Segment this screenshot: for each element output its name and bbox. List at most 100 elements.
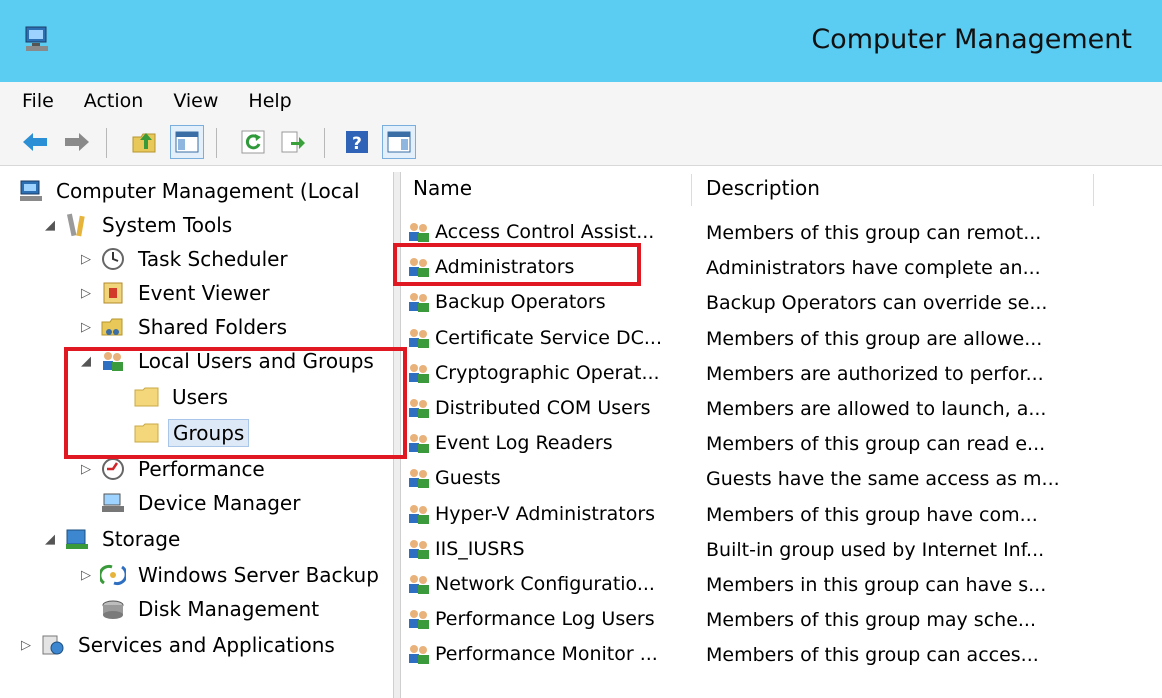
- table-row[interactable]: Network Configuratio... Members in this g…: [401, 570, 1162, 602]
- tree-item-label: Task Scheduler: [138, 247, 288, 271]
- tree-item-computer-management[interactable]: Computer Management (Local: [18, 174, 364, 208]
- help-icon[interactable]: ?: [340, 125, 374, 159]
- menu-view[interactable]: View: [173, 90, 218, 112]
- group-name: Certificate Service DC...: [435, 326, 663, 349]
- tree-item-event-viewer[interactable]: ▷ Event Viewer: [78, 276, 274, 310]
- tree-item-storage[interactable]: ◢ Storage: [42, 522, 184, 556]
- table-row[interactable]: Guests Guests have the same access as m..…: [401, 464, 1162, 496]
- tree-item-label: Groups: [168, 419, 250, 447]
- table-row[interactable]: Cryptographic Operat... Members are autho…: [401, 359, 1162, 391]
- console-tree[interactable]: Computer Management (Local ◢ System Tool…: [0, 172, 393, 698]
- tree-item-label: Storage: [102, 527, 181, 551]
- group-icon: [407, 572, 431, 596]
- group-name-cell[interactable]: Access Control Assist...: [407, 220, 654, 244]
- refresh-icon[interactable]: [236, 125, 270, 159]
- group-name-cell[interactable]: Distributed COM Users: [407, 396, 651, 420]
- toolbar: ?: [0, 120, 1162, 166]
- groups-list[interactable]: Name Description Access Control Assist..…: [401, 172, 1162, 698]
- tree-item-groups[interactable]: Groups: [134, 416, 250, 450]
- tree-item-device-manager[interactable]: Device Manager: [100, 486, 304, 520]
- table-row[interactable]: Backup Operators Backup Operators can ove…: [401, 288, 1162, 320]
- group-description: Members of this group can remot...: [706, 222, 1042, 244]
- collapsed-triangle-icon[interactable]: ▷: [78, 252, 94, 267]
- export-list-icon[interactable]: [276, 125, 310, 159]
- table-row[interactable]: Hyper-V Administrators Members of this gr…: [401, 500, 1162, 532]
- menu-action[interactable]: Action: [84, 90, 144, 112]
- tree-item-windows-server-backup[interactable]: ▷ Windows Server Backup: [78, 558, 383, 592]
- group-name-cell[interactable]: Network Configuratio...: [407, 572, 655, 596]
- group-icon: [407, 290, 431, 314]
- table-row[interactable]: Distributed COM Users Members are allowed…: [401, 394, 1162, 426]
- table-row[interactable]: Certificate Service DC... Members of this…: [401, 324, 1162, 356]
- table-row[interactable]: Event Log Readers Members of this group c…: [401, 429, 1162, 461]
- pane-splitter[interactable]: [393, 172, 401, 698]
- group-name-cell[interactable]: Backup Operators: [407, 290, 606, 314]
- menu-file[interactable]: File: [22, 90, 54, 112]
- group-name-cell[interactable]: Administrators: [407, 255, 574, 279]
- expanded-triangle-icon[interactable]: ◢: [78, 354, 94, 369]
- menu-help[interactable]: Help: [248, 90, 291, 112]
- group-icon: [407, 642, 431, 666]
- group-name-cell[interactable]: Performance Log Users: [407, 607, 655, 631]
- group-description: Backup Operators can override se...: [706, 292, 1048, 315]
- tree-item-label: Computer Management (Local: [56, 179, 360, 203]
- tree-item-shared-folders[interactable]: ▷ Shared Folders: [78, 310, 291, 344]
- group-name-cell[interactable]: Event Log Readers: [407, 431, 613, 455]
- table-row[interactable]: Performance Log Users Members of this gro…: [401, 605, 1162, 637]
- column-header-name[interactable]: Name: [413, 176, 472, 200]
- group-description: Members of this group are allowe...: [706, 327, 1043, 350]
- group-name-cell[interactable]: Hyper-V Administrators: [407, 502, 655, 526]
- tree-item-performance[interactable]: ▷ Performance: [78, 452, 269, 486]
- table-row[interactable]: Access Control Assist... Members of this …: [401, 218, 1162, 250]
- group-name: Performance Monitor ...: [435, 643, 658, 666]
- collapsed-triangle-icon[interactable]: ▷: [78, 568, 94, 583]
- up-folder-icon[interactable]: [128, 125, 162, 159]
- collapsed-triangle-icon[interactable]: ▷: [18, 638, 34, 653]
- table-row[interactable]: IIS_IUSRS Built-in group used by Internet…: [401, 535, 1162, 567]
- column-header-description[interactable]: Description: [706, 176, 820, 200]
- expanded-triangle-icon[interactable]: ◢: [42, 218, 58, 233]
- services-icon: [40, 632, 66, 658]
- group-name-cell[interactable]: Cryptographic Operat...: [407, 361, 660, 385]
- tree-item-local-users-and-groups[interactable]: ◢ Local Users and Groups: [78, 344, 378, 378]
- table-row[interactable]: Administrators Administrators have comple…: [401, 253, 1162, 285]
- group-icon: [407, 537, 431, 561]
- tree-item-services-and-applications[interactable]: ▷ Services and Applications: [18, 628, 339, 662]
- group-name-cell[interactable]: Performance Monitor ...: [407, 642, 658, 666]
- tree-item-label: Event Viewer: [138, 281, 270, 305]
- tree-item-system-tools[interactable]: ◢ System Tools: [42, 208, 236, 242]
- tree-item-label: System Tools: [102, 213, 233, 237]
- expanded-triangle-icon[interactable]: ◢: [42, 532, 58, 547]
- group-name: Guests: [435, 467, 501, 490]
- group-name: IIS_IUSRS: [435, 537, 525, 560]
- performance-icon: [100, 456, 126, 482]
- collapsed-triangle-icon[interactable]: ▷: [78, 286, 94, 301]
- show-hide-action-pane-icon[interactable]: [382, 125, 416, 159]
- group-description: Members are authorized to perfor...: [706, 362, 1044, 385]
- group-name-cell[interactable]: Guests: [407, 466, 501, 490]
- title-bar[interactable]: Computer Management: [0, 0, 1162, 82]
- tree-item-label: Disk Management: [138, 597, 320, 621]
- group-icon: [407, 466, 431, 490]
- table-row[interactable]: Performance Monitor ... Members of this g…: [401, 640, 1162, 672]
- computer-management-app-icon[interactable]: [22, 24, 52, 54]
- back-arrow-icon[interactable]: [18, 125, 52, 159]
- tree-item-task-scheduler[interactable]: ▷ Task Scheduler: [78, 242, 292, 276]
- show-hide-console-tree-icon[interactable]: [170, 125, 204, 159]
- column-header-separator[interactable]: [691, 174, 692, 206]
- storage-icon: [64, 526, 90, 552]
- group-name: Backup Operators: [435, 291, 606, 314]
- group-description: Members of this group have com...: [706, 503, 1038, 526]
- group-name: Access Control Assist...: [435, 221, 655, 243]
- forward-arrow-icon[interactable]: [60, 125, 94, 159]
- column-header-separator[interactable]: [1093, 174, 1094, 206]
- group-description: Members in this group can have s...: [706, 574, 1047, 596]
- group-name-cell[interactable]: IIS_IUSRS: [407, 537, 525, 561]
- collapsed-triangle-icon[interactable]: ▷: [78, 462, 94, 477]
- tree-item-users[interactable]: Users: [134, 380, 232, 414]
- group-name-cell[interactable]: Certificate Service DC...: [407, 326, 662, 350]
- collapsed-triangle-icon[interactable]: ▷: [78, 320, 94, 335]
- group-name: Administrators: [435, 256, 575, 279]
- group-description: Administrators have complete an...: [706, 257, 1041, 280]
- tree-item-disk-management[interactable]: Disk Management: [100, 592, 323, 626]
